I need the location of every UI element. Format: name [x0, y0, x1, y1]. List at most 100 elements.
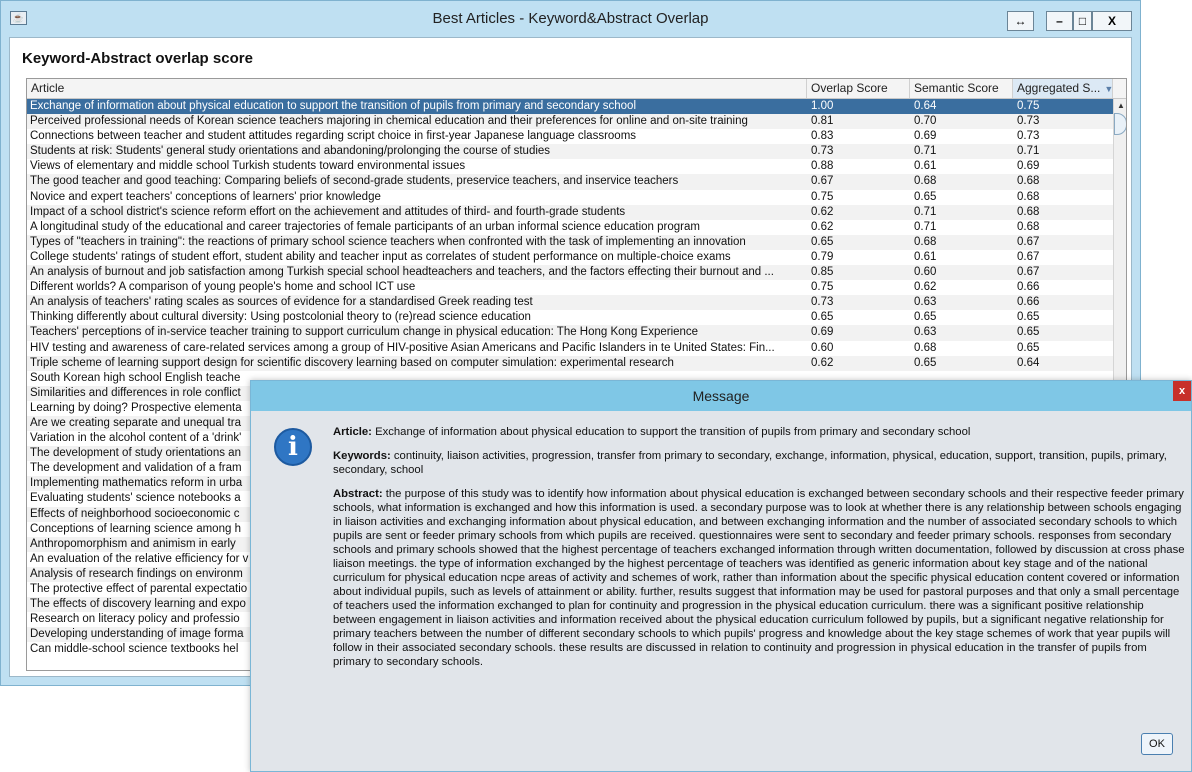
- cell-semantic-score: 0.71: [914, 205, 937, 218]
- scrollbar-thumb[interactable]: [1114, 113, 1126, 135]
- table-row[interactable]: Novice and expert teachers' conceptions …: [27, 190, 1113, 205]
- cell-article: Connections between teacher and student …: [30, 130, 637, 143]
- table-row[interactable]: An analysis of teachers' rating scales a…: [27, 295, 1113, 311]
- cell-overlap-score: 0.83: [811, 130, 834, 143]
- table-row[interactable]: Different worlds? A comparison of young …: [27, 280, 1113, 295]
- cell-article: HIV testing and awareness of care-relate…: [30, 341, 775, 354]
- main-titlebar[interactable]: ☕ Best Articles - Keyword&Abstract Overl…: [1, 1, 1140, 37]
- cell-semantic-score: 0.62: [914, 281, 937, 294]
- dialog-message: Article: Exchange of information about p…: [333, 425, 1185, 679]
- abstract-label: Abstract:: [333, 488, 383, 500]
- close-button[interactable]: X: [1092, 11, 1132, 31]
- cell-article: College students' ratings of student eff…: [30, 250, 731, 263]
- cell-aggregated-score: 0.71: [1017, 145, 1040, 158]
- cell-overlap-score: 0.75: [811, 190, 834, 203]
- cell-overlap-score: 0.62: [811, 220, 834, 233]
- table-row[interactable]: Exchange of information about physical e…: [27, 99, 1113, 115]
- cell-overlap-score: 0.60: [811, 341, 834, 354]
- cell-aggregated-score: 0.64: [1017, 356, 1040, 369]
- cell-semantic-score: 0.71: [914, 220, 937, 233]
- cell-aggregated-score: 0.67: [1017, 235, 1040, 248]
- keywords-text: continuity, liaison activities, progress…: [333, 450, 1167, 476]
- table-row[interactable]: An analysis of burnout and job satisfact…: [27, 265, 1113, 281]
- table-row[interactable]: College students' ratings of student eff…: [27, 250, 1113, 265]
- column-header-aggregated-label: Aggregated S...: [1017, 81, 1101, 95]
- cell-semantic-score: 0.68: [914, 175, 937, 188]
- cell-aggregated-score: 0.68: [1017, 190, 1040, 203]
- table-row[interactable]: A longitudinal study of the educational …: [27, 220, 1113, 235]
- cell-overlap-score: 0.69: [811, 326, 834, 339]
- cell-overlap-score: 0.73: [811, 145, 834, 158]
- cell-aggregated-score: 0.66: [1017, 296, 1040, 309]
- ok-button[interactable]: OK: [1141, 733, 1173, 755]
- cell-article: A longitudinal study of the educational …: [30, 220, 700, 233]
- cell-semantic-score: 0.61: [914, 160, 937, 173]
- cell-overlap-score: 0.62: [811, 356, 834, 369]
- column-header-semantic-score[interactable]: Semantic Score: [910, 79, 1013, 98]
- abstract-paragraph: Abstract: the purpose of this study was …: [333, 487, 1185, 669]
- info-icon: i: [274, 428, 312, 466]
- maximize-button[interactable]: □: [1073, 11, 1092, 31]
- table-row[interactable]: HIV testing and awareness of care-relate…: [27, 341, 1113, 356]
- cell-overlap-score: 0.65: [811, 311, 834, 324]
- cell-article: Triple scheme of learning support design…: [30, 356, 674, 369]
- cell-aggregated-score: 0.67: [1017, 266, 1040, 279]
- cell-overlap-score: 0.67: [811, 175, 834, 188]
- table-row[interactable]: Impact of a school district's science re…: [27, 204, 1113, 220]
- table-row[interactable]: Teachers' perceptions of in-service teac…: [27, 325, 1113, 341]
- table-row[interactable]: Students at risk: Students' general stud…: [27, 144, 1113, 160]
- message-dialog: Message x i Article: Exchange of informa…: [250, 380, 1192, 772]
- table-row[interactable]: Triple scheme of learning support design…: [27, 355, 1113, 371]
- sort-descending-icon: ▼: [1104, 84, 1113, 94]
- cell-article: The good teacher and good teaching: Comp…: [30, 175, 679, 188]
- cell-article: An analysis of burnout and job satisfact…: [30, 266, 774, 279]
- cell-article: Thinking differently about cultural dive…: [30, 311, 531, 324]
- column-header-article[interactable]: Article: [27, 79, 807, 98]
- page-title: Keyword-Abstract overlap score: [22, 50, 253, 67]
- cell-article: Types of "teachers in training": the rea…: [30, 235, 746, 248]
- table-row[interactable]: Types of "teachers in training": the rea…: [27, 234, 1113, 250]
- cell-overlap-score: 0.81: [811, 115, 834, 128]
- table-row[interactable]: Connections between teacher and student …: [27, 129, 1113, 144]
- cell-overlap-score: 1.00: [811, 100, 834, 112]
- cell-semantic-score: 0.61: [914, 250, 937, 263]
- cell-aggregated-score: 0.65: [1017, 311, 1040, 324]
- cell-semantic-score: 0.70: [914, 115, 937, 128]
- cell-aggregated-score: 0.66: [1017, 281, 1040, 294]
- scroll-up-arrow-icon[interactable]: ▲: [1115, 101, 1126, 111]
- cell-overlap-score: 0.65: [811, 235, 834, 248]
- table-row[interactable]: Views of elementary and middle school Tu…: [27, 159, 1113, 174]
- column-header-aggregated-score[interactable]: Aggregated S... ▼: [1013, 79, 1113, 98]
- cell-overlap-score: 0.85: [811, 266, 834, 279]
- cell-article: Perceived professional needs of Korean s…: [30, 115, 748, 128]
- cell-overlap-score: 0.75: [811, 281, 834, 294]
- table-header: Article Overlap Score Semantic Score Agg…: [27, 79, 1126, 99]
- cell-semantic-score: 0.63: [914, 296, 937, 309]
- table-row[interactable]: The good teacher and good teaching: Comp…: [27, 174, 1113, 190]
- cell-article: Novice and expert teachers' conceptions …: [30, 190, 381, 203]
- cell-aggregated-score: 0.68: [1017, 220, 1040, 233]
- cell-article: Impact of a school district's science re…: [30, 205, 626, 218]
- keywords-label: Keywords:: [333, 450, 391, 462]
- cell-article: Exchange of information about physical e…: [30, 100, 637, 112]
- dialog-close-button[interactable]: x: [1173, 381, 1191, 401]
- cell-aggregated-score: 0.68: [1017, 205, 1040, 218]
- cell-semantic-score: 0.64: [914, 100, 937, 112]
- cell-semantic-score: 0.69: [914, 130, 937, 143]
- abstract-text: the purpose of this study was to identif…: [333, 488, 1185, 668]
- cell-semantic-score: 0.68: [914, 235, 937, 248]
- cell-article: Views of elementary and middle school Tu…: [30, 160, 466, 173]
- article-text: Exchange of information about physical e…: [375, 426, 971, 438]
- article-paragraph: Article: Exchange of information about p…: [333, 425, 1185, 439]
- table-row[interactable]: Perceived professional needs of Korean s…: [27, 114, 1113, 130]
- cell-aggregated-score: 0.65: [1017, 341, 1040, 354]
- window-title: Best Articles - Keyword&Abstract Overlap: [432, 10, 709, 27]
- cell-article: Teachers' perceptions of in-service teac…: [30, 326, 699, 339]
- minimize-button[interactable]: –: [1046, 11, 1073, 31]
- table-row[interactable]: Thinking differently about cultural dive…: [27, 310, 1113, 325]
- cell-overlap-score: 0.88: [811, 160, 834, 173]
- cell-semantic-score: 0.68: [914, 341, 937, 354]
- column-header-overlap-score[interactable]: Overlap Score: [807, 79, 910, 98]
- resize-button[interactable]: ↔: [1007, 11, 1034, 31]
- dialog-titlebar[interactable]: Message x: [251, 381, 1191, 411]
